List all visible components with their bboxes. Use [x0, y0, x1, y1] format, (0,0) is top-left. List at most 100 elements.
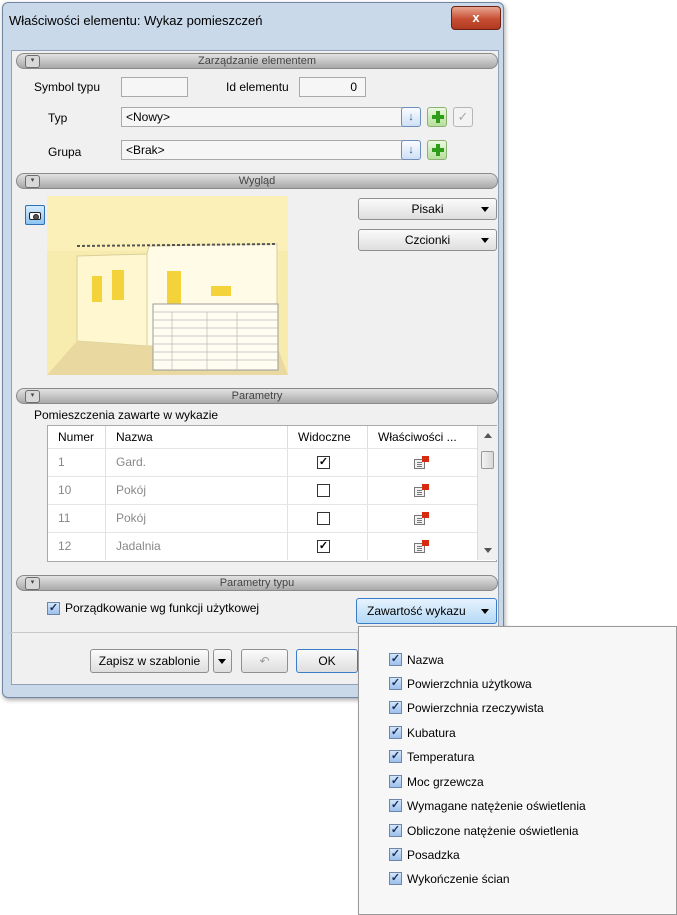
- fonts-dropdown[interactable]: Czcionki: [358, 229, 497, 251]
- camera-icon[interactable]: [25, 205, 45, 225]
- add-type-icon[interactable]: [427, 107, 447, 127]
- properties-icon[interactable]: [414, 540, 429, 553]
- table-scrollbar[interactable]: [477, 426, 497, 560]
- select-type-icon[interactable]: ↓: [401, 107, 421, 127]
- room-rendering-illustration: [47, 196, 288, 375]
- menu-item-checkbox[interactable]: ✓: [389, 653, 402, 666]
- row-name: Jadalnia: [106, 533, 288, 560]
- section-type-parameters-label: Parametry typu: [219, 577, 295, 589]
- row-name: Pokój: [106, 505, 288, 532]
- menu-item-label: Powierzchnia rzeczywista: [407, 701, 544, 715]
- chevron-down-icon: [481, 238, 489, 243]
- menu-item-label: Nazwa: [407, 653, 444, 667]
- order-by-function-checkbox[interactable]: ✓: [47, 602, 60, 615]
- column-header-properties[interactable]: Właściwości ...: [368, 426, 478, 448]
- row-name: Gard.: [106, 449, 288, 476]
- row-visible-cell: ✓: [288, 449, 368, 476]
- id-field[interactable]: 0: [299, 77, 366, 97]
- menu-item-label: Moc grzewcza: [407, 775, 484, 789]
- list-content-dropdown[interactable]: Zawartość wykazu: [356, 598, 497, 624]
- row-visible-cell: [288, 477, 368, 504]
- menu-item-label: Powierzchnia użytkowa: [407, 677, 532, 691]
- menu-item-checkbox[interactable]: ✓: [389, 848, 402, 861]
- scrollbar-thumb[interactable]: [481, 451, 494, 469]
- scroll-down-icon[interactable]: [484, 548, 492, 553]
- properties-icon[interactable]: [414, 484, 429, 497]
- menu-item-label: Wymagane natężenie oświetlenia: [407, 799, 586, 813]
- type-label: Typ: [48, 111, 68, 125]
- section-parameters-label: Parametry: [231, 390, 283, 402]
- pens-dropdown[interactable]: Pisaki: [358, 198, 497, 220]
- section-parameters-header[interactable]: ▾ Parametry: [16, 388, 498, 404]
- menu-item-checkbox[interactable]: ✓: [389, 872, 402, 885]
- menu-item-checkbox[interactable]: ✓: [389, 750, 402, 763]
- visible-checkbox[interactable]: ✓: [317, 540, 330, 553]
- group-label: Grupa: [48, 145, 82, 159]
- section-appearance-header[interactable]: ▾ Wygląd: [16, 173, 498, 189]
- save-template-menu-button[interactable]: [213, 649, 232, 673]
- row-visible-cell: ✓: [288, 533, 368, 560]
- title-bar[interactable]: Właściwości elementu: Wykaz pomieszczeń …: [3, 3, 503, 39]
- rooms-table: Numer Nazwa Widoczne Właściwości ... 1 G…: [47, 425, 497, 562]
- rooms-list-title: Pomieszczenia zawarte w wykazie: [34, 408, 219, 422]
- table-row[interactable]: 12 Jadalnia ✓: [48, 532, 478, 560]
- section-management-label: Zarządzanie elementem: [197, 55, 316, 67]
- scroll-up-icon[interactable]: [484, 433, 492, 438]
- chevron-down-icon: [481, 609, 489, 614]
- undo-button[interactable]: ↶: [241, 649, 288, 673]
- menu-item-checkbox[interactable]: ✓: [389, 701, 402, 714]
- row-number: 1: [48, 449, 106, 476]
- row-number: 12: [48, 533, 106, 560]
- confirm-type-icon[interactable]: ✓: [453, 107, 473, 127]
- properties-icon[interactable]: [414, 456, 429, 469]
- group-field[interactable]: <Brak>: [121, 140, 418, 160]
- menu-item-checkbox[interactable]: ✓: [389, 726, 402, 739]
- section-type-parameters-header[interactable]: ▾ Parametry typu: [16, 575, 498, 591]
- menu-item-checkbox[interactable]: ✓: [389, 677, 402, 690]
- row-number: 11: [48, 505, 106, 532]
- list-content-menu: ✓ Nazwa ✓ Powierzchnia użytkowa ✓ Powier…: [358, 626, 677, 915]
- row-name: Pokój: [106, 477, 288, 504]
- visible-checkbox[interactable]: [317, 512, 330, 525]
- save-template-button[interactable]: Zapisz w szablonie: [90, 649, 209, 673]
- window-title: Właściwości elementu: Wykaz pomieszczeń: [9, 13, 263, 28]
- row-properties-cell: [368, 533, 478, 560]
- symbol-field[interactable]: [121, 77, 188, 97]
- ok-button[interactable]: OK: [296, 649, 358, 673]
- section-management-header[interactable]: ▾ Zarządzanie elementem: [16, 53, 498, 69]
- table-row[interactable]: 10 Pokój: [48, 476, 478, 504]
- column-header-name[interactable]: Nazwa: [106, 426, 288, 448]
- row-properties-cell: [368, 477, 478, 504]
- select-group-icon[interactable]: ↓: [401, 140, 421, 160]
- undo-icon: ↶: [259, 654, 270, 668]
- row-properties-cell: [368, 449, 478, 476]
- menu-item-label: Posadzka: [407, 848, 460, 862]
- chevron-down-icon: [218, 659, 226, 664]
- close-button[interactable]: x: [451, 6, 501, 30]
- column-header-number[interactable]: Numer: [48, 426, 106, 448]
- menu-item-label: Obliczone natężenie oświetlenia: [407, 824, 579, 838]
- row-properties-cell: [368, 505, 478, 532]
- row-number: 10: [48, 477, 106, 504]
- menu-item-label: Wykończenie ścian: [407, 872, 510, 886]
- preview-image: [47, 196, 288, 375]
- menu-item-label: Temperatura: [407, 750, 475, 764]
- table-row[interactable]: 11 Pokój: [48, 504, 478, 532]
- menu-item-checkbox[interactable]: ✓: [389, 824, 402, 837]
- visible-checkbox[interactable]: [317, 484, 330, 497]
- menu-item-checkbox[interactable]: ✓: [389, 799, 402, 812]
- menu-item-checkbox[interactable]: ✓: [389, 775, 402, 788]
- column-header-visible[interactable]: Widoczne: [288, 426, 368, 448]
- menu-item-label: Kubatura: [407, 726, 456, 740]
- order-by-function-label: Porządkowanie wg funkcji użytkowej: [65, 601, 260, 615]
- visible-checkbox[interactable]: ✓: [317, 456, 330, 469]
- add-group-icon[interactable]: [427, 140, 447, 160]
- symbol-label: Symbol typu: [34, 80, 101, 94]
- section-appearance-label: Wygląd: [238, 175, 276, 187]
- type-field[interactable]: <Nowy>: [121, 107, 418, 127]
- chevron-down-icon: [481, 207, 489, 212]
- row-visible-cell: [288, 505, 368, 532]
- fonts-label: Czcionki: [404, 233, 451, 247]
- table-row[interactable]: 1 Gard. ✓: [48, 448, 478, 476]
- properties-icon[interactable]: [414, 512, 429, 525]
